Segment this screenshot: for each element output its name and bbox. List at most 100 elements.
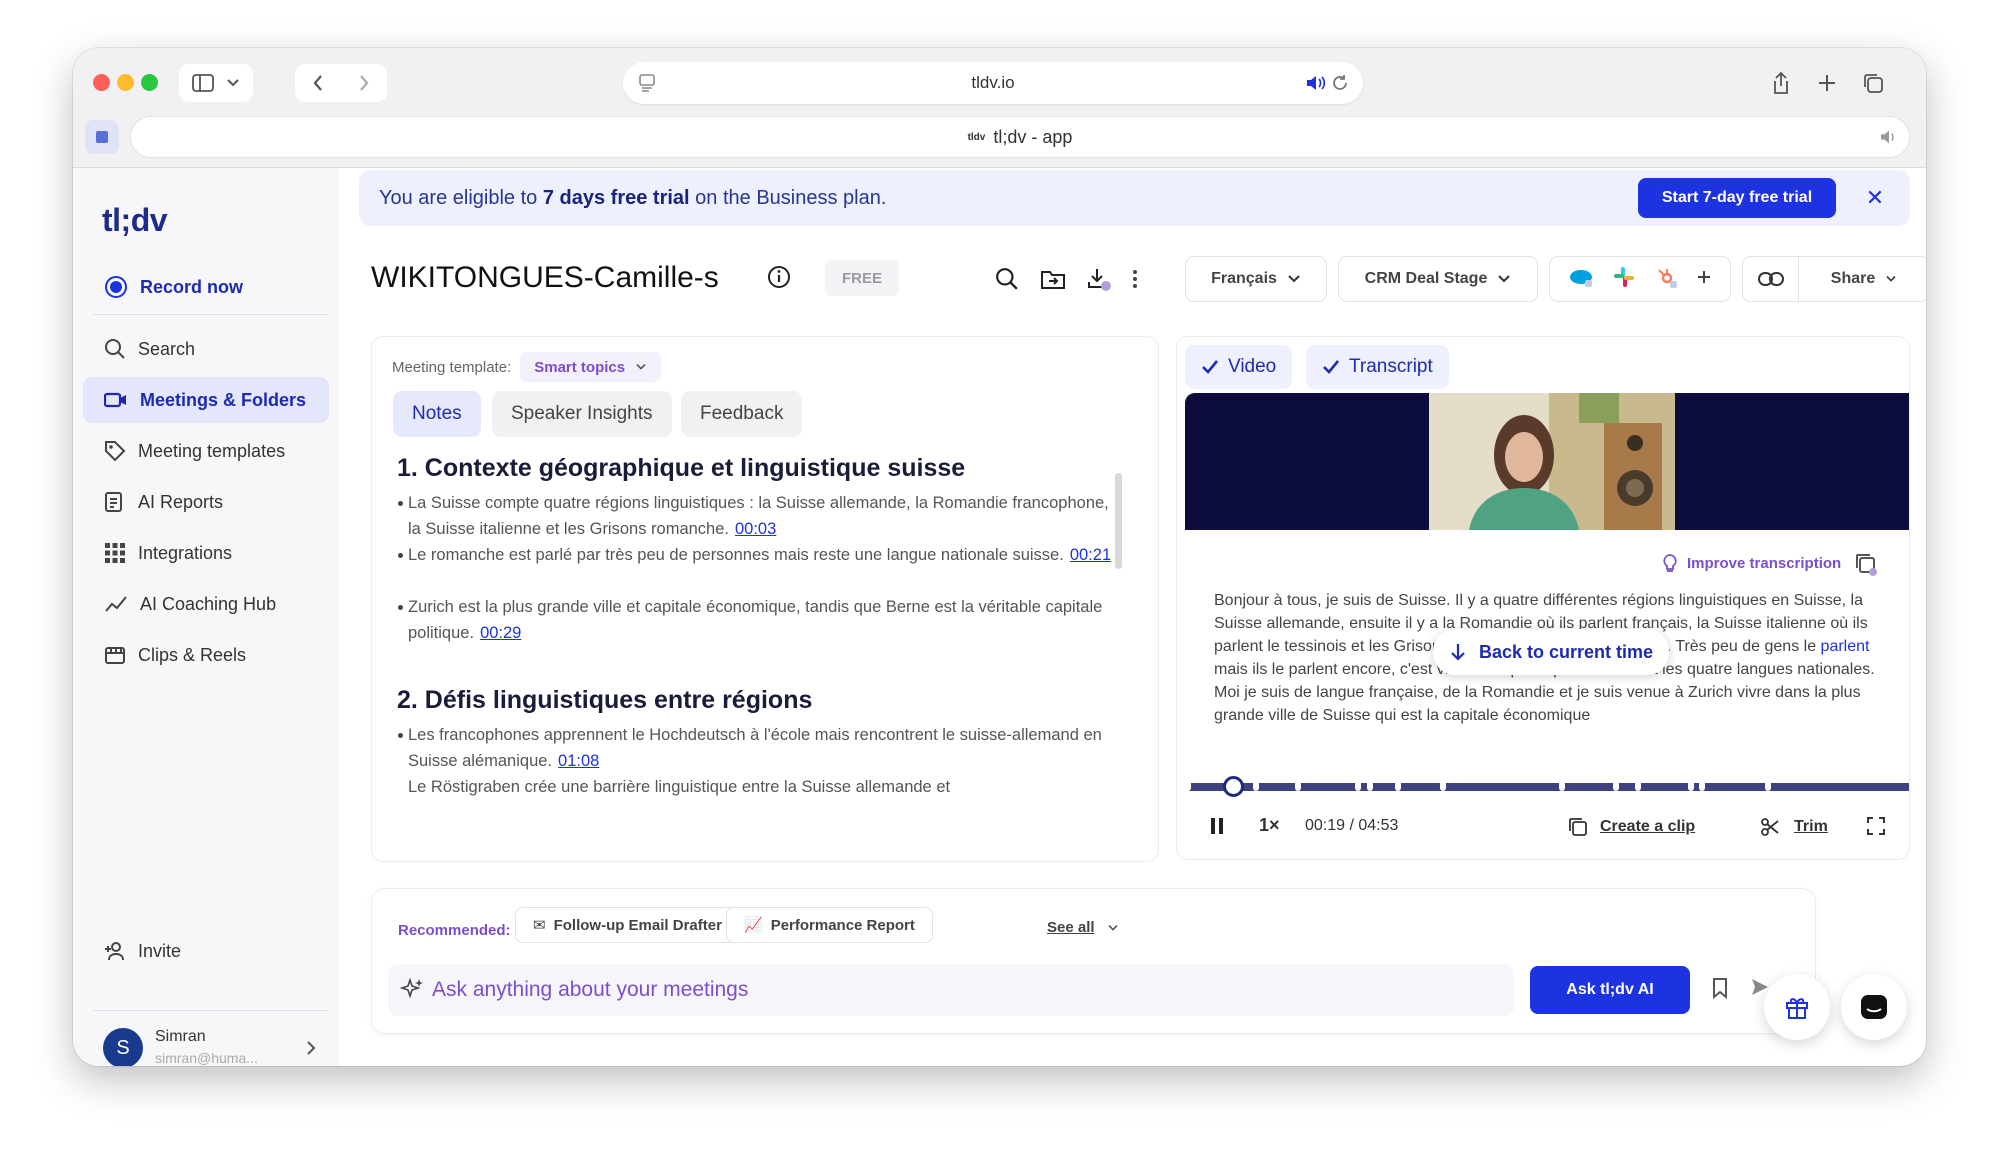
slack-icon[interactable] (1613, 266, 1635, 293)
tab-notes[interactable]: Notes (393, 391, 481, 437)
create-clip-button[interactable]: Create a clip (1568, 817, 1695, 837)
tab-feedback[interactable]: Feedback (681, 391, 803, 437)
follow-up-email-drafter-button[interactable]: ✉ Follow-up Email Drafter (515, 907, 740, 943)
browser-tab[interactable]: tldv tl;dv - app (130, 116, 1910, 158)
sidebar-item-search[interactable]: Search (83, 326, 329, 372)
hubspot-icon[interactable] (1655, 266, 1677, 293)
download-icon[interactable] (1083, 263, 1115, 295)
back-to-current-time-button[interactable]: Back to current time (1433, 629, 1670, 675)
record-now-button[interactable]: Record now (83, 264, 329, 310)
close-banner-icon[interactable]: ✕ (1861, 184, 1889, 212)
search-icon (105, 339, 125, 359)
tab-video-label: Video (1228, 356, 1277, 377)
sidebar-item-coaching[interactable]: AI Coaching Hub (83, 581, 329, 627)
back-arrow-icon[interactable] (312, 74, 324, 92)
reload-icon[interactable] (1331, 74, 1349, 92)
app-logo[interactable]: tl;dv (102, 202, 168, 239)
add-integration-icon[interactable] (1696, 269, 1712, 290)
chat-support-icon[interactable] (1841, 974, 1907, 1040)
timestamp-link[interactable]: 01:08 (558, 752, 599, 770)
salesforce-icon[interactable] (1568, 267, 1594, 292)
info-icon[interactable] (763, 261, 795, 293)
rec-label: Follow-up Email Drafter (553, 916, 722, 934)
template-value: Smart topics (534, 358, 626, 376)
ask-ai-button[interactable]: Ask tl;dv AI (1530, 966, 1690, 1014)
chevron-down-icon (1288, 275, 1300, 283)
improve-transcription-button[interactable]: Improve transcription (1661, 553, 1841, 573)
tab-transcript[interactable]: Transcript (1306, 345, 1449, 389)
timestamp-link[interactable]: 00:21 (1070, 546, 1111, 564)
banner-text-pre: You are eligible to (379, 186, 538, 209)
performance-report-button[interactable]: 📈 Performance Report (726, 907, 933, 943)
clip-icon (1569, 818, 1587, 836)
sidebar-item-integrations[interactable]: Integrations (83, 530, 329, 576)
crm-value: CRM Deal Stage (1364, 270, 1488, 287)
sidebar-item-label: Search (138, 338, 196, 359)
chevron-down-icon (1498, 275, 1511, 283)
move-to-folder-icon[interactable] (1037, 263, 1069, 295)
tab-video[interactable]: Video (1185, 345, 1293, 389)
see-all-label: See all (1047, 919, 1095, 936)
user-email: simran@huma... (155, 1050, 258, 1066)
maximize-window-button[interactable] (141, 74, 158, 91)
address-bar[interactable]: tldv.io (623, 62, 1363, 104)
user-profile[interactable]: S Simran simran@huma... (103, 1024, 323, 1066)
chevron-down-icon (636, 364, 646, 370)
tab-speaker-icon[interactable] (1879, 129, 1899, 145)
language-select[interactable]: Français (1185, 256, 1327, 302)
sidebar-item-templates[interactable]: Meeting templates (83, 428, 329, 474)
gift-icon[interactable] (1764, 974, 1830, 1040)
ask-input[interactable]: Ask anything about your meetings (388, 964, 1514, 1016)
minimize-window-button[interactable] (117, 74, 134, 91)
copy-transcript-icon[interactable] (1853, 551, 1879, 582)
create-clip-label: Create a clip (1600, 818, 1696, 835)
search-icon[interactable] (991, 263, 1023, 295)
url-text: tldv.io (971, 73, 1015, 92)
tabs-overview-icon[interactable] (1856, 66, 1890, 100)
note-bullet: Les francophones apprennent le Hochdeuts… (398, 722, 1120, 774)
envelope-icon: ✉ (533, 917, 546, 934)
sidebar-item-ai-reports[interactable]: AI Reports (83, 479, 329, 525)
chevron-down-icon (227, 79, 239, 87)
share-page-icon[interactable] (1764, 66, 1798, 100)
scrollbar[interactable] (1115, 473, 1122, 569)
see-all-button[interactable]: See all (1047, 919, 1119, 936)
speaker-icon[interactable] (1305, 74, 1327, 92)
current-word[interactable]: parlent (1821, 638, 1870, 655)
trim-button[interactable]: Trim (1760, 817, 1828, 837)
lightbulb-icon (1663, 554, 1677, 572)
forward-arrow-icon[interactable] (358, 74, 370, 92)
timeline-knob[interactable] (1222, 776, 1244, 797)
video-player[interactable] (1185, 393, 1909, 530)
template-select[interactable]: Smart topics (520, 352, 662, 382)
extension-icon[interactable] (85, 120, 119, 154)
playback-timeline[interactable] (1185, 776, 1909, 797)
check-icon (1202, 360, 1219, 374)
timestamp-link[interactable]: 00:03 (735, 520, 776, 538)
fullscreen-icon[interactable] (1867, 817, 1885, 835)
sidebar-item-label: Clips & Reels (138, 644, 247, 665)
timestamp-link[interactable]: 00:29 (480, 624, 521, 642)
chevron-right-icon (307, 1041, 316, 1055)
tab-speaker-insights[interactable]: Speaker Insights (492, 391, 672, 437)
playback-speed[interactable]: 1× (1259, 815, 1280, 836)
sidebar-item-meetings[interactable]: Meetings & Folders (83, 377, 329, 423)
sidebar-toggle-button[interactable] (179, 64, 253, 102)
pause-icon[interactable] (1210, 817, 1224, 835)
speaker-video-frame (1429, 393, 1675, 530)
copy-link-icon[interactable] (1743, 257, 1799, 301)
check-icon (1323, 360, 1340, 374)
start-trial-button[interactable]: Start 7-day free trial (1638, 178, 1836, 218)
more-options-icon[interactable] (1119, 263, 1151, 295)
invite-button[interactable]: Invite (83, 928, 329, 974)
chevron-down-icon (1107, 924, 1118, 931)
new-tab-icon[interactable] (1810, 66, 1844, 100)
bookmark-icon[interactable] (1712, 977, 1728, 1004)
share-button[interactable]: Share (1799, 270, 1926, 288)
player-panel: Video Transcript Improve transcription B… (1176, 336, 1910, 860)
video-camera-icon (104, 392, 126, 408)
close-window-button[interactable] (93, 74, 110, 91)
report-icon (105, 492, 122, 512)
crm-deal-stage-select[interactable]: CRM Deal Stage (1338, 256, 1538, 302)
sidebar-item-clips[interactable]: Clips & Reels (83, 632, 329, 678)
